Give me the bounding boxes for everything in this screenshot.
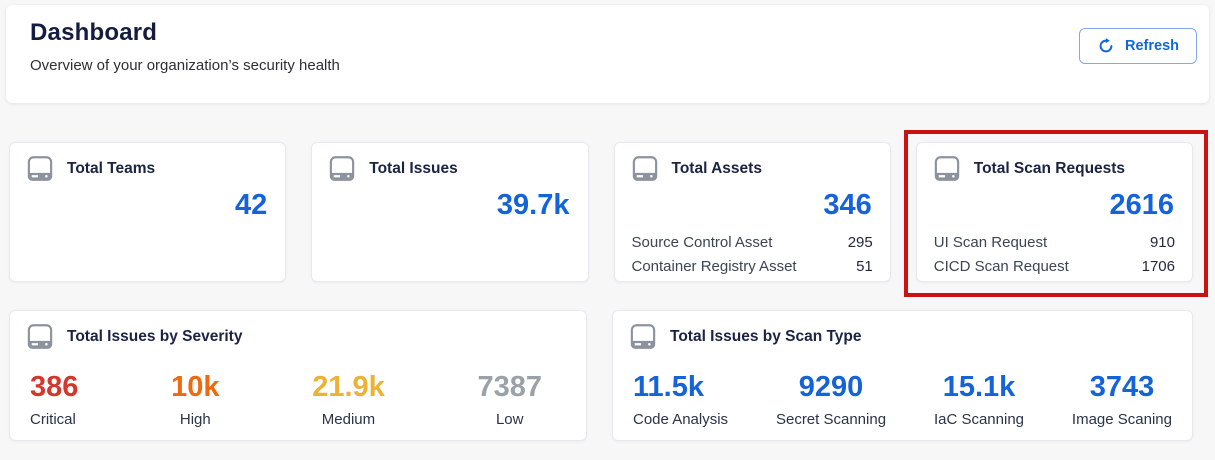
stat-value: 11.5k bbox=[633, 370, 728, 404]
page-header-text: Dashboard Overview of your organization’… bbox=[30, 19, 340, 74]
stat-label: Critical bbox=[30, 411, 78, 428]
card-title: Total Issues by Severity bbox=[67, 328, 242, 346]
stat-label: IaC Scanning bbox=[934, 411, 1024, 428]
stat-value: 15.1k bbox=[934, 370, 1024, 404]
refresh-icon bbox=[1097, 37, 1115, 55]
stat-label: Code Analysis bbox=[633, 411, 728, 428]
card-title: Total Issues bbox=[369, 160, 457, 178]
stat-value: 3743 bbox=[1072, 370, 1172, 404]
scan-type-stats: 11.5k Code Analysis 9290 Secret Scanning… bbox=[629, 370, 1176, 428]
page-title: Dashboard bbox=[30, 19, 340, 47]
sub-row-value: 910 bbox=[1150, 234, 1175, 251]
scan-type-stat-image-scanning: 3743 Image Scaning bbox=[1072, 370, 1172, 428]
scan-request-breakdown: UI Scan Request 910 CICD Scan Request 17… bbox=[933, 230, 1176, 278]
drive-icon bbox=[328, 156, 356, 181]
drive-icon bbox=[26, 156, 54, 181]
stat-value: 386 bbox=[30, 370, 78, 404]
scan-type-stat-iac-scanning: 15.1k IaC Scanning bbox=[934, 370, 1024, 428]
scan-type-stat-secret-scanning: 9290 Secret Scanning bbox=[776, 370, 886, 428]
refresh-button[interactable]: Refresh bbox=[1079, 28, 1197, 64]
stat-value: 9290 bbox=[776, 370, 886, 404]
card-head: Total Issues bbox=[328, 156, 571, 181]
drive-icon bbox=[631, 156, 659, 181]
sub-row-label: Source Control Asset bbox=[632, 234, 773, 251]
total-teams-value: 42 bbox=[26, 187, 269, 223]
total-assets-card: Total Assets 346 Source Control Asset 29… bbox=[614, 142, 891, 282]
stat-value: 7387 bbox=[477, 370, 542, 404]
severity-stat-medium: 21.9k Medium bbox=[312, 370, 385, 428]
asset-breakdown: Source Control Asset 295 Container Regis… bbox=[631, 230, 874, 278]
issues-by-severity-card: Total Issues by Severity 386 Critical 10… bbox=[9, 310, 587, 441]
issues-by-scan-type-card: Total Issues by Scan Type 11.5k Code Ana… bbox=[612, 310, 1193, 441]
refresh-button-label: Refresh bbox=[1125, 38, 1179, 54]
card-head: Total Issues by Scan Type bbox=[629, 324, 1176, 349]
stat-label: Medium bbox=[312, 411, 385, 428]
sub-row-value: 295 bbox=[848, 234, 873, 251]
scan-type-stat-code-analysis: 11.5k Code Analysis bbox=[633, 370, 728, 428]
card-title: Total Teams bbox=[67, 160, 155, 178]
total-scan-requests-card: Total Scan Requests 2616 UI Scan Request… bbox=[916, 142, 1193, 282]
total-teams-card: Total Teams 42 bbox=[9, 142, 286, 282]
stat-label: Image Scaning bbox=[1072, 411, 1172, 428]
drive-icon bbox=[933, 156, 961, 181]
sub-row-label: Container Registry Asset bbox=[632, 258, 797, 275]
sub-row-label: CICD Scan Request bbox=[934, 258, 1069, 275]
page-subtitle: Overview of your organization’s security… bbox=[30, 57, 340, 74]
sub-row-value: 51 bbox=[856, 258, 873, 275]
sub-row-value: 1706 bbox=[1142, 258, 1175, 275]
total-issues-card: Total Issues 39.7k bbox=[311, 142, 588, 282]
sub-row: UI Scan Request 910 bbox=[933, 230, 1176, 254]
card-title: Total Issues by Scan Type bbox=[670, 328, 862, 346]
stat-value: 10k bbox=[171, 370, 219, 404]
stat-label: Low bbox=[477, 411, 542, 428]
severity-stat-low: 7387 Low bbox=[477, 370, 542, 428]
stat-value: 21.9k bbox=[312, 370, 385, 404]
summary-cards-row: Total Issues by Severity 386 Critical 10… bbox=[0, 310, 1215, 441]
stat-label: Secret Scanning bbox=[776, 411, 886, 428]
card-head: Total Scan Requests bbox=[933, 156, 1176, 181]
card-title: Total Assets bbox=[672, 160, 762, 178]
drive-icon bbox=[26, 324, 54, 349]
drive-icon bbox=[629, 324, 657, 349]
page-header: Dashboard Overview of your organization’… bbox=[6, 5, 1209, 103]
card-head: Total Issues by Severity bbox=[26, 324, 570, 349]
sub-row-label: UI Scan Request bbox=[934, 234, 1047, 251]
stat-label: High bbox=[171, 411, 219, 428]
total-assets-value: 346 bbox=[631, 187, 874, 223]
sub-row: Container Registry Asset 51 bbox=[631, 254, 874, 278]
stat-cards-row: Total Teams 42 Total Issues 39.7k bbox=[0, 142, 1215, 282]
severity-stat-high: 10k High bbox=[171, 370, 219, 428]
total-issues-value: 39.7k bbox=[328, 187, 571, 223]
card-head: Total Teams bbox=[26, 156, 269, 181]
severity-stat-critical: 386 Critical bbox=[30, 370, 78, 428]
card-head: Total Assets bbox=[631, 156, 874, 181]
severity-stats: 386 Critical 10k High 21.9k Medium 7387 … bbox=[26, 370, 570, 428]
total-scan-requests-value: 2616 bbox=[933, 187, 1176, 223]
sub-row: CICD Scan Request 1706 bbox=[933, 254, 1176, 278]
sub-row: Source Control Asset 295 bbox=[631, 230, 874, 254]
card-title: Total Scan Requests bbox=[974, 160, 1125, 178]
